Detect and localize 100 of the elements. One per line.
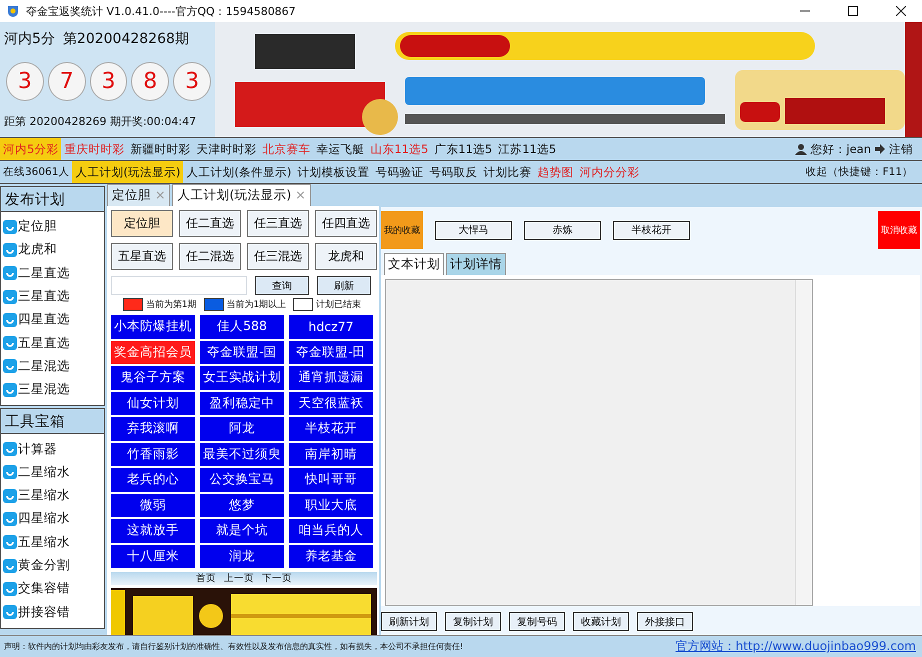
plan-button[interactable]: 最美不过须臾 (200, 442, 284, 466)
plan-button[interactable]: 佳人588 (200, 315, 284, 338)
plan-button[interactable]: 弃我滚啊 (111, 417, 195, 440)
result-ball: 3 (173, 62, 211, 100)
plan-button[interactable]: 公交换宝马 (200, 468, 284, 492)
pager-link[interactable]: 下一页 (262, 572, 292, 585)
maximize-icon[interactable] (848, 6, 858, 16)
search-button[interactable]: 查询 (255, 276, 309, 295)
detail-tab[interactable]: 文本计划 (384, 253, 444, 275)
plan-button[interactable]: 通宵抓遗漏 (289, 366, 373, 390)
favorite-button[interactable]: 半枝花开 (613, 220, 690, 240)
search-button[interactable]: 刷新 (317, 276, 371, 295)
sidebar-item[interactable]: 黄金分割 (18, 557, 70, 574)
result-ball: 3 (90, 62, 128, 100)
sidebar-item[interactable]: 龙虎和 (18, 241, 57, 258)
close-icon[interactable] (896, 6, 906, 16)
pager-link[interactable]: 上一页 (224, 572, 254, 585)
play-type-button[interactable]: 任二混选 (179, 243, 241, 270)
lottery-tab[interactable]: 幸运飞艇 (313, 138, 368, 160)
plan-button[interactable]: 竹香雨影 (111, 442, 195, 466)
plan-button[interactable]: 南岸初晴 (289, 442, 373, 466)
plan-button[interactable]: 微弱 (111, 494, 195, 517)
website-link[interactable]: 官方网站：http://www.duojinbao999.com (676, 638, 916, 655)
plan-button[interactable]: 就是个坑 (200, 519, 284, 542)
sidebar-item[interactable]: 二星直选 (18, 264, 70, 282)
sidebar-item[interactable]: 四星直选 (18, 311, 70, 328)
play-type-button[interactable]: 五星直选 (111, 243, 173, 270)
user-icon (795, 143, 808, 155)
logout-icon[interactable] (874, 143, 886, 155)
plan-button[interactable]: 职业大底 (289, 494, 373, 517)
lottery-tab[interactable]: 新疆时时彩 (127, 138, 194, 160)
sidebar-item[interactable]: 三星缩水 (18, 487, 70, 504)
logout-link[interactable]: 注销 (886, 142, 916, 156)
plan-button[interactable]: 快叫哥哥 (289, 468, 373, 492)
plan-button[interactable]: 咱当兵的人 (289, 519, 373, 542)
sidebar-item[interactable]: 四星缩水 (18, 510, 70, 528)
scrollbar[interactable] (795, 280, 812, 605)
plan-button[interactable]: 润龙 (200, 544, 284, 568)
function-tab[interactable]: 号码验证 (372, 161, 426, 183)
plan-button[interactable]: 老兵的心 (111, 468, 195, 492)
play-type-button[interactable]: 定位胆 (111, 210, 173, 237)
collapse-link[interactable]: 收起（快捷键：F11） (802, 165, 916, 179)
plan-button[interactable]: 养老基金 (289, 544, 373, 568)
search-field[interactable] (111, 276, 247, 295)
play-type-button[interactable]: 任三直选 (247, 210, 309, 237)
action-button[interactable]: 刷新计划 (381, 612, 437, 631)
plan-button[interactable]: 女王实战计划 (200, 366, 284, 390)
action-button[interactable]: 复制计划 (445, 612, 501, 631)
issue-number: 第20200428268期 (62, 30, 189, 48)
sidebar-item[interactable]: 三星混选 (18, 381, 70, 398)
plan-button[interactable]: 十八厘米 (111, 544, 195, 568)
plan-button[interactable]: 夺金联盟-国 (200, 340, 284, 364)
pager-link[interactable]: 首页 (196, 572, 216, 585)
remove-favorite-button[interactable]: 取消收藏 (878, 211, 920, 249)
function-tab[interactable]: 人工计划(玩法显示) (72, 161, 184, 183)
plan-button[interactable]: 奖金高招会员 (111, 340, 195, 364)
tab[interactable]: 人工计划(玩法显示) × (172, 184, 311, 206)
function-tab[interactable]: 人工计划(条件显示) (183, 161, 294, 183)
lottery-tab[interactable]: 广东11选5 (431, 138, 496, 160)
action-button[interactable]: 外接接口 (637, 612, 693, 631)
play-type-button[interactable]: 任四直选 (315, 210, 377, 237)
play-type-button[interactable]: 任二直选 (179, 210, 241, 237)
function-tab[interactable]: 计划模板设置 (294, 161, 372, 183)
sidebar-item[interactable]: 拼接容错 (18, 604, 70, 621)
play-type-button[interactable]: 任三混选 (247, 243, 309, 270)
lottery-tab[interactable]: 江苏11选5 (495, 138, 560, 160)
play-type-button[interactable]: 龙虎和 (315, 243, 377, 270)
window-title: 夺金宝返奖统计 V1.0.41.0----官方QQ：1594580867 (26, 4, 296, 18)
favorite-button[interactable]: 赤炼 (524, 220, 601, 240)
detail-tab[interactable]: 计划详情 (446, 253, 506, 275)
plan-button[interactable]: 悠梦 (200, 494, 284, 517)
plan-button[interactable]: 阿龙 (200, 417, 284, 440)
plan-button[interactable]: 半枝花开 (289, 417, 373, 440)
result-ball: 8 (131, 62, 170, 100)
sidebar-item[interactable]: 五星直选 (18, 334, 70, 352)
plan-button[interactable]: 这就放手 (111, 519, 195, 542)
sidebar-item[interactable]: 二星混选 (18, 358, 70, 375)
plan-button[interactable]: hdcz77 (289, 315, 373, 338)
action-button[interactable]: 收藏计划 (573, 612, 629, 631)
plan-button[interactable]: 夺金联盟-田 (289, 340, 373, 364)
sidebar-item[interactable]: 三星直选 (18, 288, 70, 306)
plan-button[interactable]: 天空很蓝袄 (289, 392, 373, 415)
action-button[interactable]: 复制号码 (509, 612, 565, 631)
disclaimer-text: 声明：软件内的计划均由彩友发布，请自行鉴别计划的准确性、有效性以及发布信息的真实性，如有损失，本公司不承担任何责任! (4, 641, 464, 652)
sidebar-item[interactable]: 交集容错 (18, 580, 70, 598)
plan-button[interactable]: 鬼谷子方案 (111, 366, 195, 390)
favorite-button[interactable]: 大悍马 (435, 220, 512, 240)
plan-button[interactable]: 仙女计划 (111, 392, 195, 415)
sidebar-item[interactable]: 二星缩水 (18, 464, 70, 481)
function-tab[interactable]: 号码取反 (426, 161, 480, 183)
function-tab[interactable]: 计划比赛 (480, 161, 534, 183)
plan-button[interactable]: 小本防爆挂机 (111, 315, 195, 338)
tab[interactable]: 定位胆 × (107, 184, 170, 206)
sidebar-item[interactable]: 定位胆 (18, 218, 57, 236)
lottery-tab[interactable]: 天津时时彩 (193, 138, 260, 160)
favorites-label: 我的收藏 (381, 211, 423, 249)
sidebar-item[interactable]: 五星缩水 (18, 534, 70, 551)
plan-button[interactable]: 盈利稳定中 (200, 392, 284, 415)
countdown-text: 距第 20200428269 期开奖:00:04:47 (4, 114, 198, 129)
sidebar-item[interactable]: 计算器 (18, 440, 57, 458)
